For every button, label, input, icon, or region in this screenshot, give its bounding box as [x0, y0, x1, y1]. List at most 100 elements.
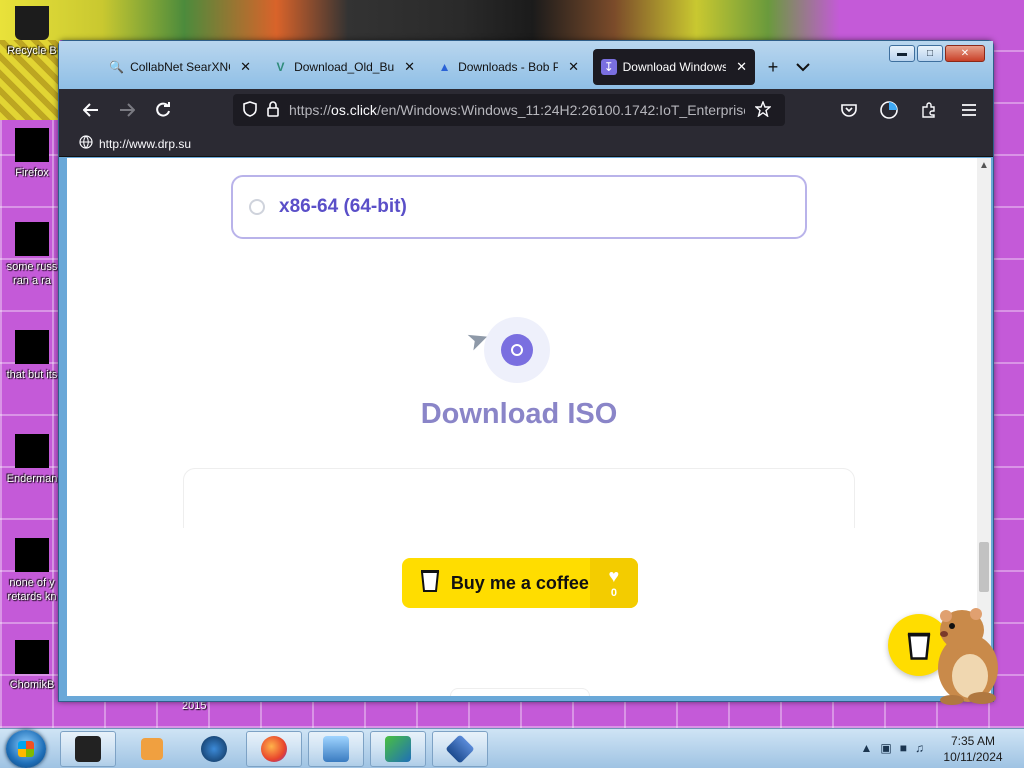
application-icon — [15, 538, 49, 572]
firefox-icon — [15, 128, 49, 162]
maximize-button[interactable]: □ — [917, 45, 943, 62]
desktop-icon-enderman[interactable]: Enderman — [0, 434, 64, 486]
application-icon — [15, 434, 49, 468]
architecture-option[interactable]: x86-64 (64-bit) — [231, 175, 807, 239]
minimize-button[interactable]: ▬ — [889, 45, 915, 62]
taskbar-app-virtualbox[interactable] — [432, 731, 488, 767]
scrollbar-thumb[interactable] — [979, 542, 989, 592]
title-bar: 🔍 CollabNet SearXNG ✕ V Download_Old_Bui… — [59, 41, 993, 89]
tracking-protection-shield-icon[interactable] — [243, 100, 257, 120]
close-icon[interactable]: ✕ — [568, 59, 579, 75]
account-icon — [880, 101, 898, 119]
url-text[interactable]: https://os.click/en/Windows:Windows_11:2… — [289, 102, 745, 118]
display-icon[interactable]: ■ — [900, 741, 907, 755]
bookmark-star-icon[interactable] — [754, 99, 772, 120]
tab-title: CollabNet SearXNG — [130, 60, 231, 74]
desktop-icon-firefox[interactable]: Firefox — [0, 128, 64, 180]
volume-icon[interactable]: ♫ — [915, 741, 924, 755]
desktop-icon-some-russ[interactable]: some russ ran a ra — [0, 222, 64, 288]
desktop-icon-none-of-y[interactable]: none of y retards kn — [0, 538, 64, 604]
disc-icon — [501, 334, 533, 366]
computer-icon — [323, 736, 349, 762]
close-icon[interactable]: ✕ — [736, 59, 747, 75]
architecture-label: x86-64 (64-bit) — [279, 196, 407, 217]
reload-button[interactable] — [145, 94, 181, 126]
desktop-icon-chomik[interactable]: ChomikB — [0, 640, 64, 692]
system-tray: ▲ ▣ ■ ♫ — [861, 741, 924, 755]
bookmarks-toolbar: http://www.drp.su — [59, 131, 993, 157]
desktop-icon-label: that but its — [6, 369, 58, 381]
navigation-toolbar: https://os.click/en/Windows:Windows_11:2… — [59, 89, 993, 131]
pocket-button[interactable] — [831, 94, 867, 126]
like-count: 0 — [610, 587, 617, 599]
desktop-icon-label: none of y — [9, 577, 55, 589]
forward-button[interactable] — [109, 94, 145, 126]
tab-collabnet-searxng[interactable]: 🔍 CollabNet SearXNG ✕ — [101, 49, 259, 85]
show-hidden-icons-icon[interactable]: ▲ — [861, 741, 873, 755]
arrow-right-icon — [120, 103, 135, 117]
document-icon — [15, 222, 49, 256]
recycle-bin-icon — [15, 6, 49, 40]
arrow-left-icon — [83, 103, 98, 117]
download-iso-heading: Download ISO — [420, 398, 618, 430]
reload-icon — [156, 102, 170, 117]
taskbar-app-firefox[interactable] — [246, 731, 302, 767]
bookmark-drp-su[interactable]: http://www.drp.su — [99, 137, 191, 151]
browser-window: 🔍 CollabNet SearXNG ✕ V Download_Old_Bui… — [58, 40, 994, 702]
desktop-icon-that-but-its[interactable]: that but its — [0, 330, 64, 382]
close-window-button[interactable]: ✕ — [945, 45, 985, 62]
tab-strip: 🔍 CollabNet SearXNG ✕ V Download_Old_Bui… — [101, 49, 815, 85]
desktop-icon-recycle-bin[interactable]: Recycle B — [0, 6, 64, 58]
network-icon[interactable]: ▣ — [880, 741, 891, 755]
chevron-down-icon — [796, 63, 810, 72]
download-icon: ↧ — [601, 59, 617, 75]
pocket-icon — [841, 104, 857, 117]
taskbar-app-idm[interactable] — [370, 731, 426, 767]
hamster-desktop-pet[interactable] — [922, 606, 1008, 706]
taskbar-app-1[interactable] — [60, 731, 116, 767]
account-button[interactable] — [871, 94, 907, 126]
lock-icon[interactable] — [267, 100, 279, 120]
list-all-tabs-button[interactable] — [791, 55, 815, 79]
menu-button[interactable] — [951, 94, 987, 126]
download-card — [183, 468, 855, 528]
disc-badge — [484, 317, 550, 383]
hamburger-menu-icon — [962, 104, 976, 116]
back-button[interactable] — [73, 94, 109, 126]
lower-card — [450, 688, 590, 696]
taskbar-clock[interactable]: 7:35 AM 10/11/2024 — [928, 733, 1018, 765]
tab-downloads-bob-pony[interactable]: ▲ Downloads - Bob Po ✕ — [429, 49, 587, 85]
start-button[interactable] — [6, 730, 46, 768]
coffee-button-label: Buy me a coffee — [450, 572, 589, 593]
like-counter[interactable]: ♥ 0 — [589, 558, 638, 608]
window-controls: ▬ □ ✕ — [889, 45, 985, 62]
tab-download-old-build[interactable]: V Download_Old_Build ✕ — [265, 49, 423, 85]
taskbar-app-2[interactable] — [124, 731, 180, 767]
desktop-icon-label: ChomikB — [9, 679, 55, 691]
bob-icon: ▲ — [438, 60, 451, 74]
search-icon: 🔍 — [109, 60, 125, 74]
puzzle-icon — [922, 102, 935, 118]
taskbar-app-computer[interactable] — [308, 731, 364, 767]
clock-time: 7:35 AM — [950, 734, 996, 748]
tab-title: Download_Old_Build — [294, 60, 395, 74]
buy-me-a-coffee-button[interactable]: Buy me a coffee ♥ 0 — [402, 558, 638, 608]
taskbar-app-3[interactable] — [186, 731, 242, 767]
desktop-wallpaper-top — [0, 0, 1024, 40]
internet-download-manager-icon — [385, 736, 411, 762]
address-bar[interactable]: https://os.click/en/Windows:Windows_11:2… — [233, 94, 785, 126]
extensions-button[interactable] — [911, 94, 947, 126]
new-tab-button[interactable]: + — [761, 55, 785, 79]
tab-download-windows[interactable]: ↧ Download Windows ✕ — [593, 49, 755, 85]
radio-button[interactable] — [249, 199, 265, 215]
media-player-icon — [141, 738, 163, 760]
url-host: os.click — [331, 102, 377, 118]
globe-icon — [79, 135, 93, 152]
clock-date: 10/11/2024 — [943, 750, 1003, 764]
close-icon[interactable]: ✕ — [240, 59, 251, 75]
tab-title: Downloads - Bob Po — [458, 60, 559, 74]
close-icon[interactable]: ✕ — [404, 59, 415, 75]
virtualbox-icon — [445, 734, 475, 764]
coffee-cup-icon — [414, 567, 447, 599]
scroll-up-icon[interactable]: ▲ — [979, 160, 989, 171]
